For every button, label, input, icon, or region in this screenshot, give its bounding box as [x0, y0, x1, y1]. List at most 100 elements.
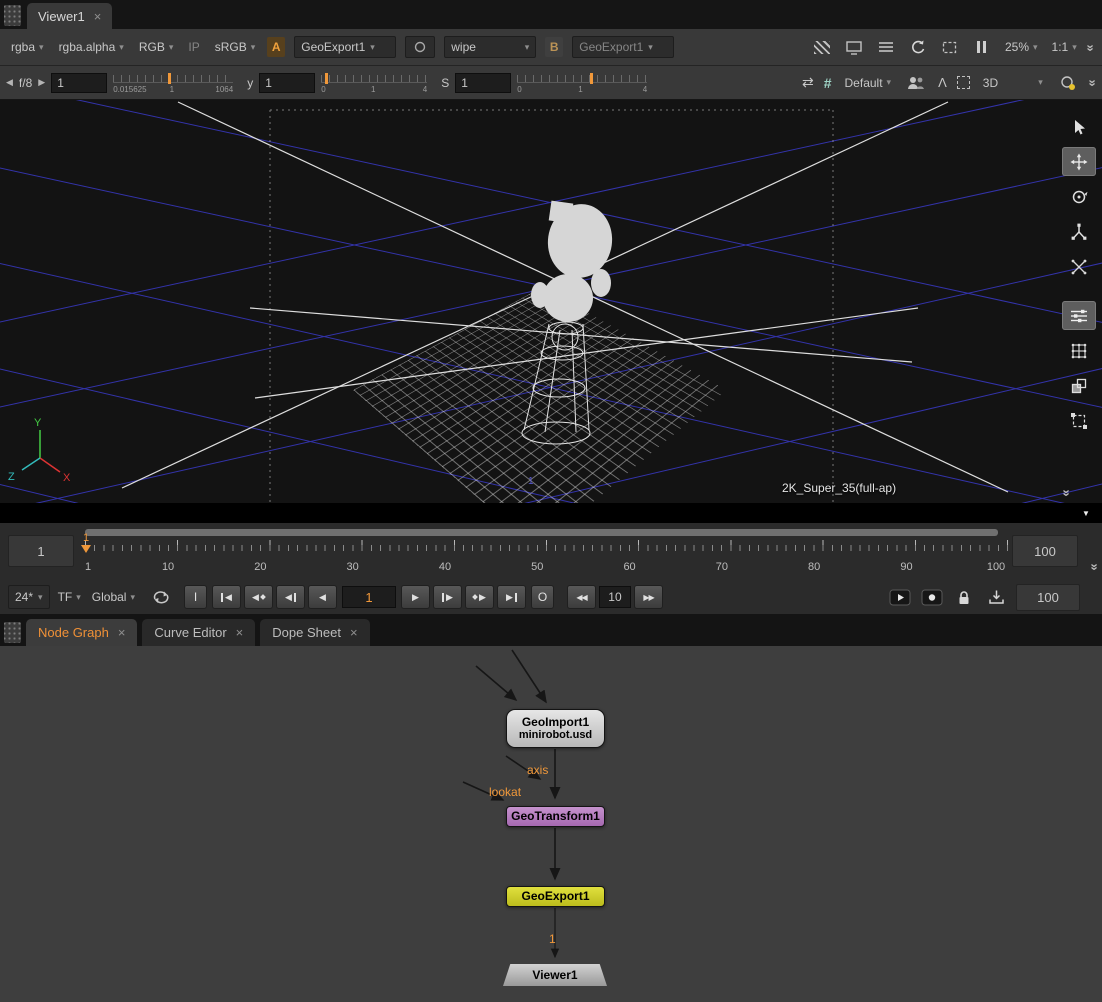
flipbook-button[interactable] [888, 586, 912, 608]
node-viewer1[interactable]: Viewer1 [503, 964, 607, 986]
next-view-icon[interactable]: ▶ [38, 77, 45, 88]
range-scope-dropdown[interactable]: Global ▾ [89, 588, 138, 606]
prev-view-icon[interactable]: ◀ [6, 77, 13, 88]
set-in-button[interactable]: I [184, 585, 207, 609]
translate-tool-button[interactable] [1062, 147, 1096, 176]
grid-toggle-icon[interactable]: # [824, 75, 832, 91]
a-buffer-badge[interactable]: A [267, 37, 285, 57]
gain-slider[interactable]: 0.015625 1 1064 [113, 72, 233, 98]
gamma-slider-handle[interactable] [325, 73, 328, 84]
close-icon[interactable]: × [350, 625, 358, 640]
play-forward-button[interactable]: ▶ [401, 585, 430, 609]
panel-grip-icon[interactable] [4, 622, 21, 643]
saturation-slider[interactable]: 0 1 4 [517, 72, 647, 98]
gain-slider-handle[interactable] [168, 73, 171, 84]
monitor-output-button[interactable] [842, 36, 866, 58]
checkerboard-button[interactable] [810, 36, 834, 58]
step-back-button[interactable]: ◀ [276, 585, 305, 609]
channels-dropdown[interactable]: rgba ▾ [8, 38, 47, 56]
expand-chevrons-icon[interactable]: » [1083, 44, 1098, 50]
prev-keyframe-button[interactable]: ◀ [244, 585, 273, 609]
view-mode-dropdown[interactable]: 3D ▾ [980, 74, 1046, 92]
sample-button[interactable] [1056, 72, 1080, 94]
tab-curve-editor[interactable]: Curve Editor × [142, 619, 255, 646]
current-frame-field[interactable]: 1 [342, 586, 396, 608]
timeline-menu-button[interactable]: ▼ [1074, 507, 1098, 520]
saturation-slider-handle[interactable] [590, 73, 593, 84]
keyframe-icon [472, 594, 478, 600]
node-geotransform1[interactable]: GeoTransform1 [506, 806, 605, 827]
close-icon[interactable]: × [94, 9, 102, 24]
visible-range-scrollbar[interactable] [85, 529, 998, 536]
loop-mode-button[interactable] [149, 586, 173, 608]
refresh-button[interactable] [906, 36, 930, 58]
b-buffer-badge[interactable]: B [545, 37, 563, 57]
tf-dropdown[interactable]: TF ▾ [55, 588, 84, 606]
viewport-chevrons-icon[interactable]: » [1059, 489, 1074, 495]
gamma-field[interactable]: 1 [259, 73, 315, 93]
frame-increment-field[interactable]: 10 [599, 586, 631, 608]
face-mode-button[interactable] [1062, 371, 1096, 400]
tab-node-graph[interactable]: Node Graph × [26, 619, 137, 646]
gamma-slider[interactable]: 0 1 4 [321, 72, 427, 98]
play-backward-button[interactable]: ◀ [308, 585, 337, 609]
next-keyframe-button[interactable]: ▶ [465, 585, 494, 609]
pointer-tool-button[interactable] [1062, 112, 1096, 141]
cameras-button[interactable] [904, 72, 928, 94]
node-geoexport1[interactable]: GeoExport1 [506, 886, 605, 907]
playhead-marker[interactable]: 1 [81, 533, 91, 553]
display-channel-dropdown[interactable]: RGB ▾ [136, 38, 177, 56]
close-icon[interactable]: × [236, 625, 244, 640]
timeline-chevrons-icon[interactable]: » [1087, 563, 1102, 569]
save-flipbook-button[interactable] [984, 586, 1008, 608]
tab-viewer1[interactable]: Viewer1 × [27, 3, 112, 29]
viewer-3d-viewport[interactable]: Y X Z 1 2K_Super_35(full-ap) [0, 100, 1102, 503]
pause-button[interactable] [970, 36, 994, 58]
saturation-field[interactable]: 1 [455, 73, 511, 93]
aperture-label[interactable]: f/8 [19, 76, 32, 90]
step-forward-button[interactable]: ▶ [433, 585, 462, 609]
alpha-channel-dropdown[interactable]: rgba.alpha ▾ [56, 38, 127, 56]
a-source-dropdown[interactable]: GeoExport1 ▾ [294, 36, 396, 58]
b-source-dropdown[interactable]: GeoExport1 ▾ [572, 36, 674, 58]
lock-range-button[interactable] [952, 586, 976, 608]
close-icon[interactable]: × [118, 625, 126, 640]
expand-chevrons-icon[interactable]: » [1085, 79, 1100, 85]
transform-tool-button[interactable] [1062, 252, 1096, 281]
panel-grip-icon[interactable] [4, 5, 21, 26]
range-start-field[interactable]: 1 [8, 535, 74, 567]
jump-forward-button[interactable]: ▶▶ [634, 585, 663, 609]
wipe-center-button[interactable] [405, 36, 435, 58]
fps-dropdown[interactable]: 24* ▾ [8, 585, 50, 609]
colorspace-dropdown[interactable]: sRGB ▾ [212, 38, 259, 56]
object-mode-button[interactable] [1062, 406, 1096, 435]
rotate-tool-button[interactable] [1062, 182, 1096, 211]
view-preset-dropdown[interactable]: Default ▾ [842, 74, 895, 92]
set-out-button[interactable]: O [531, 585, 554, 609]
swap-ab-icon[interactable]: ⇄ [802, 74, 814, 91]
jump-back-button[interactable]: ◀◀ [567, 585, 596, 609]
frame-ruler[interactable]: 1 10 20 30 40 50 60 70 80 90 100 1 [85, 527, 1008, 577]
next-icon: ▶ [506, 592, 513, 603]
goto-end-button[interactable]: ▶ [497, 585, 526, 609]
vertex-mode-button[interactable] [1062, 336, 1096, 365]
proxy-dropdown[interactable]: 1:1 ▾ [1049, 38, 1080, 56]
goto-start-button[interactable]: ◀ [212, 585, 241, 609]
wipe-mode-dropdown[interactable]: wipe ▾ [444, 36, 536, 58]
gain-field[interactable]: 1 [51, 73, 107, 93]
node-geoimport1[interactable]: GeoImport1 minirobot.usd [506, 709, 605, 748]
roi-button[interactable] [938, 36, 962, 58]
display-properties-button[interactable] [1062, 301, 1096, 330]
input-process-toggle[interactable]: IP [185, 38, 202, 56]
lut-curve-icon[interactable]: Λ [938, 75, 947, 90]
gamma-tick-min: 0 [321, 85, 325, 94]
scanline-button[interactable] [874, 36, 898, 58]
marquee-select-icon[interactable] [957, 76, 970, 89]
capture-button[interactable] [920, 586, 944, 608]
tab-dope-sheet[interactable]: Dope Sheet × [260, 619, 369, 646]
range-end-field[interactable]: 100 [1012, 535, 1078, 567]
scale-tool-button[interactable] [1062, 217, 1096, 246]
zoom-dropdown[interactable]: 25% ▾ [1002, 38, 1041, 56]
playback-end-field[interactable]: 100 [1016, 584, 1080, 611]
node-graph-canvas[interactable]: GeoImport1 minirobot.usd axis lookat Geo… [0, 646, 1102, 1002]
